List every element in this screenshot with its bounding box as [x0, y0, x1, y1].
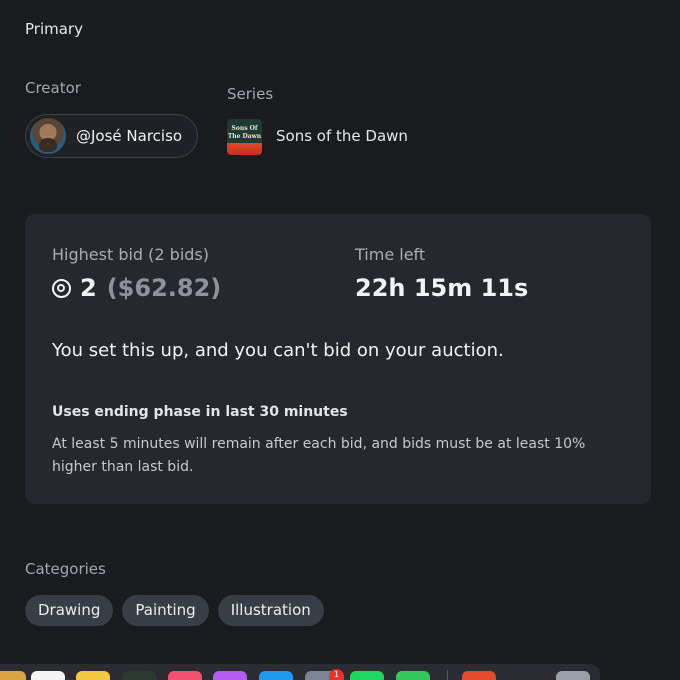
appstore-icon[interactable]	[259, 671, 293, 680]
creator-profile-chip[interactable]: @José Narciso	[25, 114, 198, 158]
category-list: Drawing Painting Illustration	[25, 595, 324, 626]
creator-avatar	[30, 118, 66, 154]
calendar-icon[interactable]	[31, 671, 65, 680]
spotify-icon[interactable]	[350, 671, 384, 680]
mail-badge: 1	[329, 669, 344, 680]
time-left-label: Time left	[355, 245, 426, 264]
notes-icon[interactable]	[76, 671, 110, 680]
creator-name: @José Narciso	[76, 127, 183, 145]
series-label: Series	[227, 85, 274, 103]
terminal-icon[interactable]	[122, 671, 156, 680]
series-thumbnail[interactable]: Sons Of The Dawn	[227, 119, 262, 155]
primary-label: Primary	[25, 20, 83, 38]
bid-panel: Highest bid (2 bids) 2 ($62.82) Time lef…	[25, 214, 651, 504]
artwork-detail-page: Primary Creator Series @José Narciso Son…	[0, 0, 680, 680]
category-chip-illustration[interactable]: Illustration	[217, 595, 324, 626]
trash-icon[interactable]	[556, 671, 590, 680]
category-chip-drawing[interactable]: Drawing	[25, 595, 114, 626]
bid-amount: 2	[80, 274, 97, 302]
series-thumbnail-art	[227, 143, 262, 155]
highest-bid-value: 2 ($62.82)	[52, 274, 221, 302]
series-thumbnail-text: Sons Of The Dawn	[227, 125, 262, 140]
dock-divider	[447, 670, 448, 680]
finder-icon[interactable]	[0, 671, 26, 680]
preview-icon[interactable]	[462, 671, 496, 680]
creator-label: Creator	[25, 79, 81, 97]
currency-coin-icon	[52, 278, 71, 298]
time-left-value: 22h 15m 11s	[355, 274, 529, 302]
owner-bid-notice: You set this up, and you can't bid on yo…	[52, 340, 504, 361]
podcasts-icon[interactable]	[213, 671, 247, 680]
ending-phase-title: Uses ending phase in last 30 minutes	[52, 404, 348, 420]
category-chip-painting[interactable]: Painting	[122, 595, 209, 626]
music-icon[interactable]	[168, 671, 202, 680]
series-name-link[interactable]: Sons of the Dawn	[276, 127, 408, 145]
highest-bid-label: Highest bid (2 bids)	[52, 245, 209, 264]
categories-label: Categories	[25, 560, 106, 578]
ending-phase-description: At least 5 minutes will remain after eac…	[52, 436, 586, 475]
bid-fiat-value: ($62.82)	[106, 274, 222, 302]
messages-icon[interactable]	[396, 671, 430, 680]
